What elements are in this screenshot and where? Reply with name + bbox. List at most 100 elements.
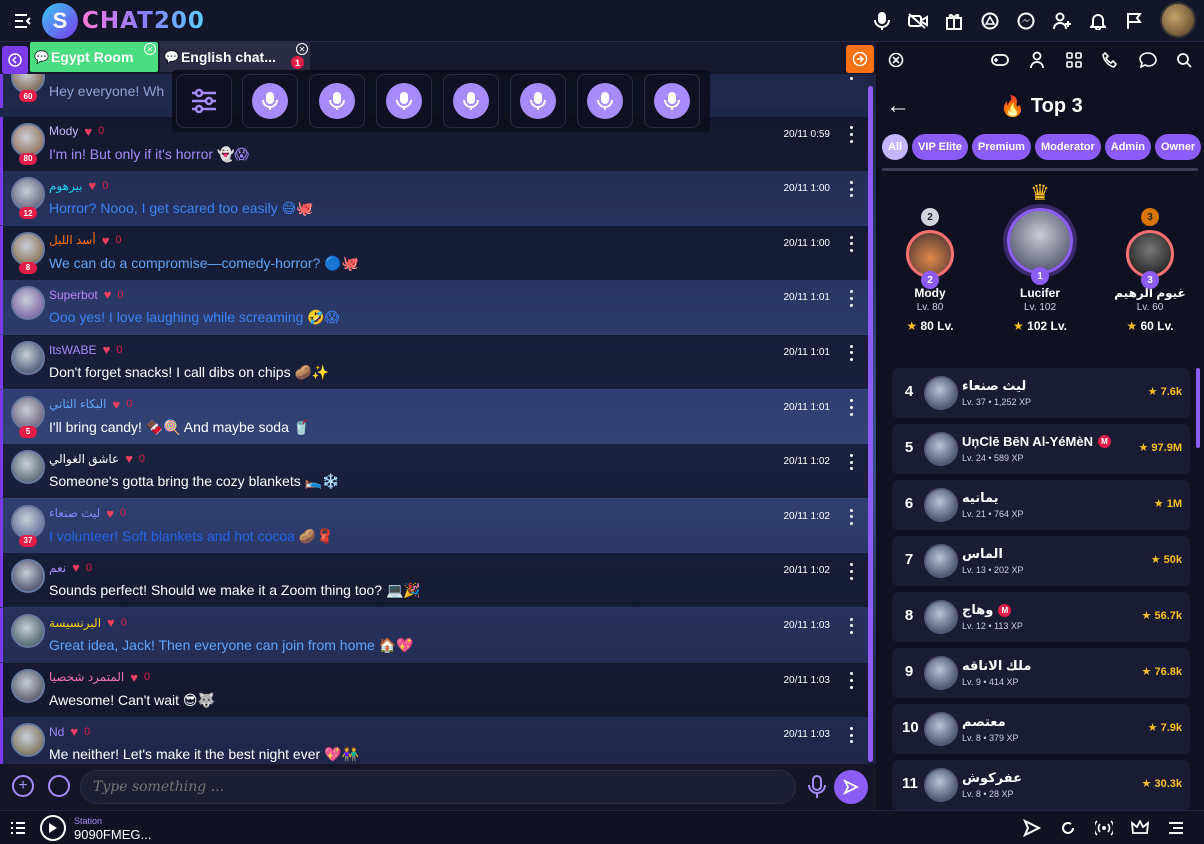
podium-rank-3[interactable]: 3 3 غيوم الرهيم Lv. 60 ★ 60 Lv. <box>1114 208 1186 333</box>
heart-icon[interactable]: ♥ <box>130 670 138 685</box>
emoji-icon[interactable] <box>48 775 70 797</box>
voice-record-icon[interactable] <box>806 774 828 800</box>
message-avatar[interactable] <box>11 395 45 430</box>
mic-slot-button[interactable] <box>510 74 566 128</box>
heart-icon[interactable]: ♥ <box>102 233 110 248</box>
play-button[interactable] <box>40 815 66 841</box>
bell-icon[interactable] <box>1080 8 1116 34</box>
message-input[interactable] <box>80 770 796 804</box>
sender-name[interactable]: ليث صنعاء <box>49 506 100 520</box>
tabs-back-button[interactable] <box>2 46 28 74</box>
mic-slot-button[interactable] <box>443 74 499 128</box>
sender-name[interactable]: Nd <box>49 725 64 739</box>
filter-chip[interactable]: VIP Elite <box>912 134 968 160</box>
list-icon[interactable] <box>10 820 26 836</box>
filter-chip[interactable]: Moderator <box>1034 134 1101 160</box>
sender-name[interactable]: نعم <box>49 561 66 575</box>
mic-slot-button[interactable] <box>242 74 298 128</box>
mic-slot-button[interactable] <box>309 74 365 128</box>
sender-name[interactable]: المتمرد شخصيا <box>49 670 124 684</box>
mic-slot-button[interactable] <box>376 74 432 128</box>
message-avatar[interactable] <box>11 177 45 212</box>
gift-icon[interactable] <box>936 8 972 34</box>
more-options-icon[interactable] <box>846 616 856 636</box>
camera-off-icon[interactable] <box>900 8 936 34</box>
tab-egypt-room[interactable]: 💬 Egypt Room ✕ <box>30 42 158 72</box>
back-arrow-icon[interactable]: ← <box>886 92 910 120</box>
menu-icon[interactable] <box>1158 817 1194 839</box>
rank-row[interactable]: 8 وهاج M Lv. 12 • 113 XP ★ 56.7k <box>892 592 1190 642</box>
more-options-icon[interactable] <box>846 507 856 527</box>
more-options-icon[interactable] <box>846 398 856 418</box>
rank-row[interactable]: 11 عفركوش Lv. 8 • 28 XP ★ 30.3k <box>892 760 1190 810</box>
message-avatar[interactable] <box>11 231 45 266</box>
mic-slot-button[interactable] <box>577 74 633 128</box>
message-avatar[interactable] <box>11 668 45 703</box>
message-avatar[interactable] <box>11 614 45 648</box>
rank-row[interactable]: 10 معتصم Lv. 8 • 379 XP ★ 7.9k <box>892 704 1190 754</box>
crown-icon[interactable] <box>1122 817 1158 839</box>
tab-english-chat[interactable]: 💬 English chat... ✕ 1 <box>160 42 310 72</box>
heart-icon[interactable]: ♥ <box>107 615 115 630</box>
rank-row[interactable]: 7 الماس Lv. 13 • 202 XP ★ 50k <box>892 536 1190 586</box>
more-options-icon[interactable] <box>846 671 856 691</box>
share-icon[interactable] <box>1014 817 1050 839</box>
phone-icon[interactable] <box>1100 51 1120 69</box>
more-options-icon[interactable] <box>846 288 856 308</box>
more-options-icon[interactable] <box>846 74 856 82</box>
heart-icon[interactable]: ♥ <box>89 178 97 193</box>
more-options-icon[interactable] <box>846 452 856 472</box>
users-icon[interactable] <box>1028 51 1048 69</box>
tabs-next-button[interactable] <box>846 45 874 73</box>
message-avatar[interactable] <box>11 122 45 157</box>
more-options-icon[interactable] <box>846 725 856 745</box>
filter-chip[interactable]: All <box>882 134 909 160</box>
add-icon[interactable]: + <box>12 775 34 797</box>
mic-settings-button[interactable] <box>176 74 232 128</box>
broadcast-icon[interactable] <box>1086 817 1122 839</box>
message-avatar[interactable] <box>11 450 45 485</box>
more-options-icon[interactable] <box>846 343 856 363</box>
refresh-icon[interactable] <box>1050 817 1086 839</box>
mic-slot-button[interactable] <box>644 74 700 128</box>
filter-chip[interactable]: Admin <box>1104 134 1151 160</box>
mic-request-icon[interactable] <box>864 8 900 34</box>
more-options-icon[interactable] <box>846 179 856 199</box>
filter-chip[interactable]: Premium <box>971 134 1031 160</box>
user-avatar[interactable] <box>1160 2 1196 38</box>
close-tab-icon[interactable]: ✕ <box>296 43 308 55</box>
chat-scrollbar[interactable] <box>868 86 873 762</box>
heart-icon[interactable]: ♥ <box>125 451 133 466</box>
rank-list-scrollbar[interactable] <box>1196 368 1200 448</box>
sender-name[interactable]: البكاء الثاني <box>49 397 106 411</box>
message-avatar[interactable] <box>11 723 45 758</box>
heart-icon[interactable]: ♥ <box>112 397 120 412</box>
message-avatar[interactable] <box>11 559 45 594</box>
messenger-icon[interactable] <box>1008 8 1044 34</box>
podium-rank-1[interactable]: ♛ 1 Lucifer Lv. 102 ★ 102 Lv. <box>998 182 1082 333</box>
rank-row[interactable]: 4 ليث صنعاء Lv. 37 • 1,252 XP ★ 7.6k <box>892 368 1190 418</box>
message-avatar[interactable] <box>11 504 45 539</box>
filter-chip[interactable]: Owner <box>1154 134 1202 160</box>
heart-icon[interactable]: ♥ <box>106 506 114 521</box>
menu-collapse-icon[interactable] <box>14 12 32 30</box>
sender-name[interactable]: أسد الليل <box>49 233 96 247</box>
sender-name[interactable]: ItsWABE <box>49 343 97 357</box>
heart-icon[interactable]: ♥ <box>70 724 78 739</box>
more-options-icon[interactable] <box>846 125 856 145</box>
grid-icon[interactable] <box>1064 51 1084 69</box>
more-options-icon[interactable] <box>846 234 856 254</box>
rank-row[interactable]: 9 ملك الاناقه Lv. 9 • 414 XP ★ 76.8k <box>892 648 1190 698</box>
message-avatar[interactable] <box>11 341 45 375</box>
send-button[interactable] <box>834 770 868 804</box>
heart-icon[interactable]: ♥ <box>84 124 92 139</box>
heart-icon[interactable]: ♥ <box>103 342 111 357</box>
close-panel-icon[interactable] <box>886 51 906 69</box>
message-avatar[interactable] <box>11 286 45 321</box>
gamepad-icon[interactable] <box>990 51 1010 69</box>
sender-name[interactable]: عاشق الغوالي <box>49 452 119 466</box>
heart-icon[interactable]: ♥ <box>72 560 80 575</box>
rank-row[interactable]: 5 UņClē BēN Al-YéMèN M Lv. 24 • 589 XP ★ 97.… <box>892 424 1190 474</box>
search-icon[interactable] <box>1174 51 1194 69</box>
chat-bubble-icon[interactable] <box>1138 51 1158 69</box>
